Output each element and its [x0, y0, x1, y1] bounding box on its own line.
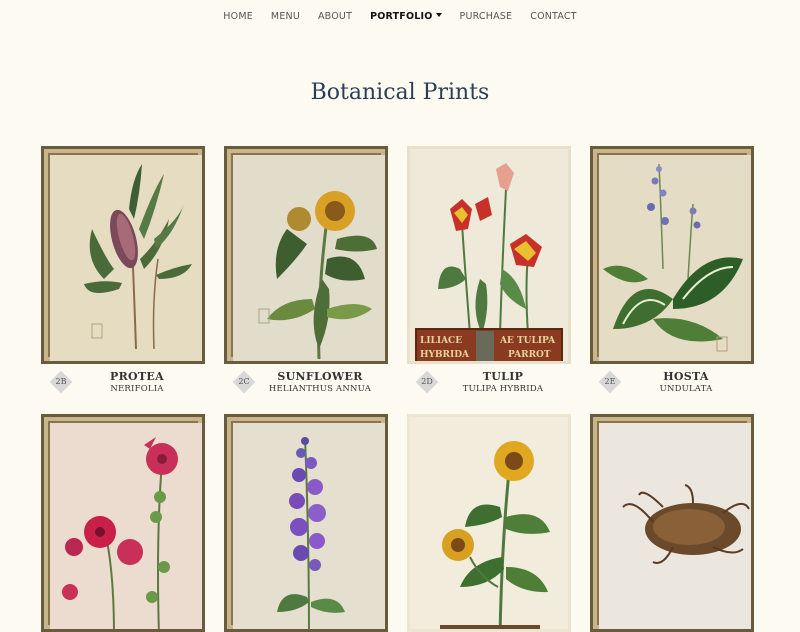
- print-name: PROTEA: [110, 370, 164, 383]
- print-name: SUNFLOWER: [277, 370, 363, 383]
- nav-portfolio-label: PORTFOLIO: [370, 10, 433, 22]
- plaque-line-2: AE TULIPA: [499, 336, 556, 346]
- plaque-line-4: PARROT: [508, 350, 551, 360]
- hosta-caption: 2E HOSTA UNDULATA: [590, 368, 754, 398]
- print-subtitle: HELIANTHUS ANNUA: [268, 384, 372, 394]
- sunflower-caption: 2C SUNFLOWER HELIANTHUS ANNUA: [224, 368, 388, 398]
- nav-about[interactable]: ABOUT: [309, 11, 361, 22]
- nav-home[interactable]: HOME: [214, 11, 262, 22]
- nav-portfolio[interactable]: PORTFOLIO: [361, 11, 450, 22]
- sunflower-print-image[interactable]: [224, 146, 388, 364]
- tulip-print-image[interactable]: LILIACE AE TULIPA HYBRIDA PARROT: [407, 146, 571, 364]
- top-nav: HOME MENU ABOUT PORTFOLIO PURCHASE CONTA…: [0, 0, 800, 32]
- plaque-line-1: LILIACE: [420, 336, 462, 346]
- print-name: TULIP: [482, 370, 524, 383]
- sunflower-2-print-image[interactable]: [407, 414, 571, 632]
- nav-contact[interactable]: CONTACT: [521, 11, 585, 22]
- print-name: HOSTA: [663, 370, 709, 383]
- nav-purchase[interactable]: PURCHASE: [451, 11, 522, 22]
- plaque-line-3: HYBRIDA: [420, 350, 470, 360]
- tulip-caption: 2D TULIP TULIPA HYBRIDA: [407, 368, 571, 398]
- hosta-print-image[interactable]: [590, 146, 754, 364]
- nav-menu[interactable]: MENU: [262, 11, 309, 22]
- print-subtitle: TULIPA HYBRIDA: [462, 384, 544, 394]
- page-title: Botanical Prints: [310, 80, 490, 105]
- protea-caption: 2B PROTEA NERIFOLIA: [41, 368, 205, 398]
- delphinium-print-image[interactable]: [224, 414, 388, 632]
- hollyhock-print-image[interactable]: [41, 414, 205, 632]
- protea-print-image[interactable]: [41, 146, 205, 364]
- print-subtitle: NERIFOLIA: [110, 384, 164, 394]
- caret-down-icon: [435, 12, 442, 17]
- dried-sunflower-print-image[interactable]: [590, 414, 754, 632]
- print-subtitle: UNDULATA: [659, 384, 713, 394]
